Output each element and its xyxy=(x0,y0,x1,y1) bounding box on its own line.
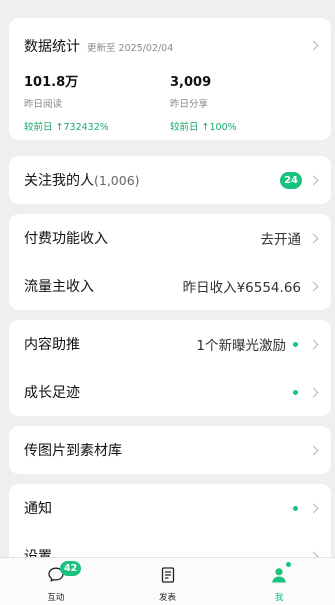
traffic-income-row[interactable]: 流量主收入 昨日收入¥6554.66 xyxy=(9,262,331,310)
followers-row[interactable]: 关注我的人 (1,006) 24 xyxy=(9,156,331,204)
stat-label: 昨日分享 xyxy=(170,99,209,110)
stat-change: 较前日 ↑100% xyxy=(170,122,237,133)
document-icon xyxy=(159,566,177,588)
paid-income-value: 去开通 xyxy=(260,232,302,248)
notice-row[interactable]: 通知 xyxy=(9,484,331,532)
content-boost-row[interactable]: 内容助推 1个新曝光激励 xyxy=(9,320,331,368)
interact-badge: 42 xyxy=(60,561,82,576)
followers-badge: 24 xyxy=(280,171,302,189)
notification-dot xyxy=(293,389,298,395)
paid-income-row[interactable]: 付费功能收入 去开通 xyxy=(9,214,331,262)
tab-interact[interactable]: 42 互动 xyxy=(0,558,112,605)
chevron-right-icon xyxy=(308,339,319,349)
stat-value: 101.8万 xyxy=(24,75,79,90)
stat-change: 较前日 ↑732432% xyxy=(24,122,109,133)
stats-title: 数据统计 xyxy=(24,38,80,55)
tab-me[interactable]: 我 xyxy=(223,558,335,605)
followers-count: (1,006) xyxy=(94,172,140,188)
notice-label: 通知 xyxy=(24,501,52,517)
stats-updated: 更新至 2025/02/04 xyxy=(87,42,174,54)
tab-publish-label: 发表 xyxy=(159,593,177,603)
stats-header[interactable]: 数据统计 更新至 2025/02/04 xyxy=(9,18,331,73)
traffic-income-label: 流量主收入 xyxy=(24,279,94,295)
growth-footprint-row[interactable]: 成长足迹 xyxy=(9,368,331,416)
income-card: 付费功能收入 去开通 流量主收入 昨日收入¥6554.66 xyxy=(9,214,331,310)
notification-dot xyxy=(293,505,298,511)
growth-card: 内容助推 1个新曝光激励 成长足迹 xyxy=(9,320,331,416)
stat-value: 3,009 xyxy=(170,75,212,90)
upload-card: 传图片到素材库 xyxy=(9,426,331,474)
content-boost-value: 1个新曝光激励 xyxy=(196,338,286,354)
chevron-right-icon xyxy=(308,40,319,51)
stat-shares[interactable]: 3,009 昨日分享 较前日 ↑100% xyxy=(170,73,316,133)
followers-card: 关注我的人 (1,006) 24 xyxy=(9,156,331,204)
content-boost-label: 内容助推 xyxy=(24,337,80,353)
chevron-right-icon xyxy=(308,445,319,455)
paid-income-label: 付费功能收入 xyxy=(24,231,108,247)
bottom-tab-bar: 42 互动 发表 我 xyxy=(0,557,335,605)
tab-me-label: 我 xyxy=(274,593,284,603)
stats-card[interactable]: 数据统计 更新至 2025/02/04 101.8万 昨日阅读 较前日 ↑732… xyxy=(9,18,331,140)
chevron-right-icon xyxy=(308,175,319,185)
tab-interact-label: 互动 xyxy=(47,593,65,603)
notification-dot xyxy=(286,562,292,567)
stat-reads[interactable]: 101.8万 昨日阅读 较前日 ↑732432% xyxy=(24,73,170,133)
upload-material-label: 传图片到素材库 xyxy=(24,443,122,459)
growth-footprint-label: 成长足迹 xyxy=(24,385,80,401)
upload-material-row[interactable]: 传图片到素材库 xyxy=(9,426,331,474)
chevron-right-icon xyxy=(308,281,319,291)
chevron-right-icon xyxy=(308,503,319,513)
tab-publish[interactable]: 发表 xyxy=(112,558,224,605)
chevron-right-icon xyxy=(308,233,319,243)
followers-label: 关注我的人 xyxy=(24,173,94,189)
traffic-income-value: 昨日收入¥6554.66 xyxy=(182,280,301,296)
stat-label: 昨日阅读 xyxy=(24,99,63,110)
chevron-right-icon xyxy=(308,387,319,397)
notification-dot xyxy=(293,341,298,347)
person-icon xyxy=(270,566,288,588)
